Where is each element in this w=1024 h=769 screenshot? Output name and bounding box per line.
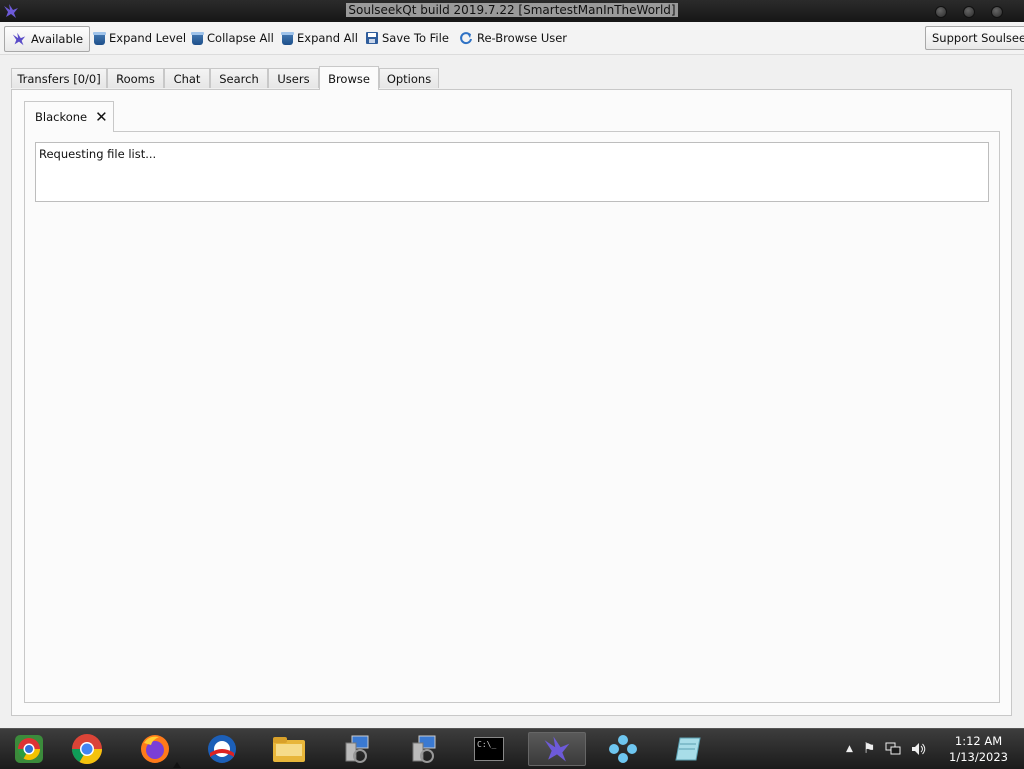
chromium-icon <box>15 735 43 763</box>
ppsspp-icon <box>609 735 637 763</box>
action-center-flag-icon[interactable]: ⚑ <box>863 741 876 757</box>
tab-label: Browse <box>328 71 370 86</box>
support-soulseek-label: Support Soulseek! <box>932 31 1024 45</box>
rebrowse-user-label: Re-Browse User <box>477 31 568 45</box>
chrome-icon <box>72 734 102 765</box>
file-explorer-taskbar-button[interactable] <box>260 732 318 766</box>
tab-transfers[interactable]: Transfers [0/0] <box>11 68 107 88</box>
minimize-button[interactable] <box>935 6 947 18</box>
obama-app-icon <box>208 735 236 763</box>
expand-level-button[interactable]: Expand Level <box>90 27 190 49</box>
tab-label: Users <box>277 71 310 86</box>
taskbar: C:\_ ▲ ⚑ 1:12 AM 1/13/2023 <box>0 728 1024 769</box>
user-browse-tab-label: Blackone <box>35 110 88 124</box>
tab-chat[interactable]: Chat <box>164 68 210 88</box>
maximize-button[interactable] <box>963 6 975 18</box>
system-tray: ▲ ⚑ <box>846 729 927 769</box>
close-button[interactable] <box>991 6 1003 18</box>
clock-date: 1/13/2023 <box>949 750 1008 764</box>
firefox-icon <box>141 735 169 763</box>
status-available-button[interactable]: Available <box>4 26 91 52</box>
floppy-disk-icon <box>366 32 378 44</box>
expand-level-label: Expand Level <box>109 31 187 45</box>
expand-all-icon <box>281 31 294 45</box>
clock[interactable]: 1:12 AM 1/13/2023 <box>949 733 1008 765</box>
command-prompt-icon-text: C:\_ <box>477 740 497 749</box>
save-to-file-button[interactable]: Save To File <box>362 27 453 49</box>
soulseek-icon <box>544 736 570 762</box>
tab-rooms[interactable]: Rooms <box>107 68 164 88</box>
tab-users[interactable]: Users <box>268 68 319 88</box>
toolbar: Available Expand Level Collapse All Expa… <box>0 22 1024 55</box>
tab-label: Rooms <box>116 71 155 86</box>
command-prompt-taskbar-button[interactable]: C:\_ <box>460 732 518 766</box>
status-label: Available <box>31 32 84 46</box>
tab-search[interactable]: Search <box>210 68 268 88</box>
file-explorer-icon <box>273 737 305 762</box>
tab-label: Chat <box>173 71 201 86</box>
show-hidden-icons-icon[interactable]: ▲ <box>846 744 853 754</box>
soulseek-taskbar-button[interactable] <box>528 732 586 766</box>
user-browse-tab[interactable]: Blackone ✕ <box>24 101 114 132</box>
collapse-all-label: Collapse All <box>207 31 274 45</box>
command-prompt-icon: C:\_ <box>474 737 504 761</box>
support-soulseek-button[interactable]: Support Soulseek! <box>925 26 1024 50</box>
collapse-all-icon <box>191 31 204 45</box>
tab-browse[interactable]: Browse <box>319 66 379 90</box>
chromium-taskbar-button[interactable] <box>0 732 58 766</box>
network-setup-icon <box>345 735 369 763</box>
tab-label: Options <box>386 71 432 86</box>
soulseek-bird-icon <box>12 32 26 46</box>
clock-time: 1:12 AM <box>954 734 1003 748</box>
obama-app-taskbar-button[interactable] <box>193 732 251 766</box>
expand-all-button[interactable]: Expand All <box>278 27 362 49</box>
rebrowse-user-button[interactable]: Re-Browse User <box>455 27 571 49</box>
user-browse-panel <box>24 131 1000 703</box>
tab-options[interactable]: Options <box>379 68 439 88</box>
chrome-taskbar-button[interactable] <box>58 732 116 766</box>
title-bar: SoulseekQt build 2019.7.22 [SmartestManI… <box>0 0 1024 22</box>
expand-all-label: Expand All <box>297 31 358 45</box>
network-setup-taskbar-button[interactable] <box>327 732 385 766</box>
firefox-taskbar-button[interactable] <box>126 732 184 766</box>
ppsspp-taskbar-button[interactable] <box>594 732 652 766</box>
file-list-view[interactable]: Requesting file list... <box>35 142 989 202</box>
notepad-taskbar-button[interactable] <box>660 732 718 766</box>
notepad-icon <box>675 737 701 761</box>
file-list-status-text: Requesting file list... <box>39 147 157 161</box>
network-setup-taskbar-button-2[interactable] <box>394 732 452 766</box>
refresh-icon <box>460 32 472 45</box>
volume-icon[interactable] <box>911 742 927 756</box>
window-title-text: SoulseekQt build 2019.7.22 [SmartestManI… <box>346 3 678 17</box>
network-setup-icon-2 <box>412 735 436 763</box>
expand-level-icon <box>93 31 106 45</box>
tab-label: Search <box>219 71 259 86</box>
close-icon[interactable]: ✕ <box>95 109 108 125</box>
network-icon[interactable] <box>885 742 901 756</box>
window-title: SoulseekQt build 2019.7.22 [SmartestManI… <box>0 3 1024 17</box>
tab-label: Transfers [0/0] <box>17 71 101 86</box>
collapse-all-button[interactable]: Collapse All <box>188 27 278 49</box>
mouse-cursor <box>173 762 181 768</box>
save-to-file-label: Save To File <box>382 31 449 45</box>
